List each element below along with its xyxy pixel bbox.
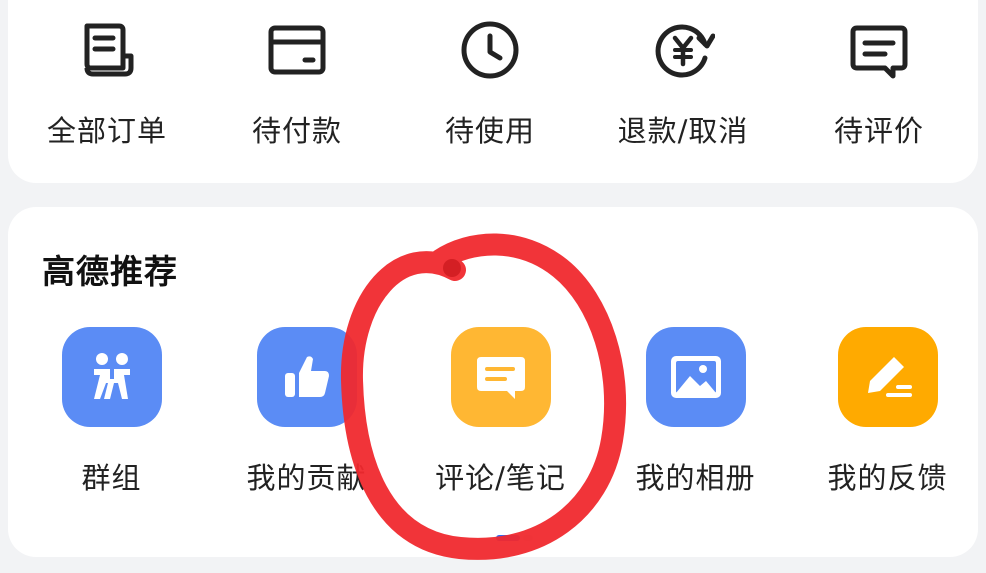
page-indicator: [496, 535, 536, 541]
album-icon: [670, 356, 721, 398]
rec-comments-notes[interactable]: 评论/笔记: [403, 327, 598, 497]
section-title: 高德推荐: [42, 252, 178, 291]
edit-icon: [867, 357, 912, 397]
album-tile: [645, 327, 746, 427]
order-list-icon: [84, 23, 134, 77]
order-refund-label: 退款/取消: [617, 114, 749, 148]
order-pending-payment[interactable]: 待付款: [202, 0, 392, 170]
thumbs-up-icon: [284, 356, 329, 397]
rec-album[interactable]: 我的相册: [598, 327, 793, 497]
order-pending-review[interactable]: 待评价: [784, 0, 974, 170]
clock-icon: [461, 21, 519, 79]
group-icon: [93, 353, 130, 399]
contribution-tile: [256, 327, 357, 427]
group-tile: [61, 327, 162, 427]
comment-icon: [850, 25, 908, 79]
rec-feedback-label: 我的反馈: [827, 461, 948, 495]
order-pending-review-label: 待评价: [833, 114, 924, 148]
comment-icon: [476, 357, 525, 399]
feedback-tile: [837, 327, 938, 427]
rec-feedback[interactable]: 我的反馈: [790, 327, 985, 497]
refund-yen-icon: [655, 24, 715, 78]
page-dot: [523, 535, 533, 541]
rec-contribution[interactable]: 我的贡献: [209, 327, 404, 497]
page-dot-active: [496, 535, 520, 541]
order-pending-use[interactable]: 待使用: [395, 0, 585, 170]
order-pending-use-label: 待使用: [444, 114, 535, 148]
card-icon: [268, 25, 326, 75]
comments-notes-tile: [450, 327, 551, 427]
order-refund[interactable]: 退款/取消: [588, 0, 778, 170]
rec-group[interactable]: 群组: [14, 327, 209, 497]
order-all[interactable]: 全部订单: [12, 0, 202, 170]
order-all-label: 全部订单: [46, 114, 167, 148]
orders-card: 全部订单 待付款 待使用 退款/取消 待评价: [8, 0, 978, 183]
recommend-card: 高德推荐 群组 我的贡献 评论/笔记 我的相册 我的反馈: [8, 207, 978, 557]
order-pending-payment-label: 待付款: [251, 114, 342, 148]
